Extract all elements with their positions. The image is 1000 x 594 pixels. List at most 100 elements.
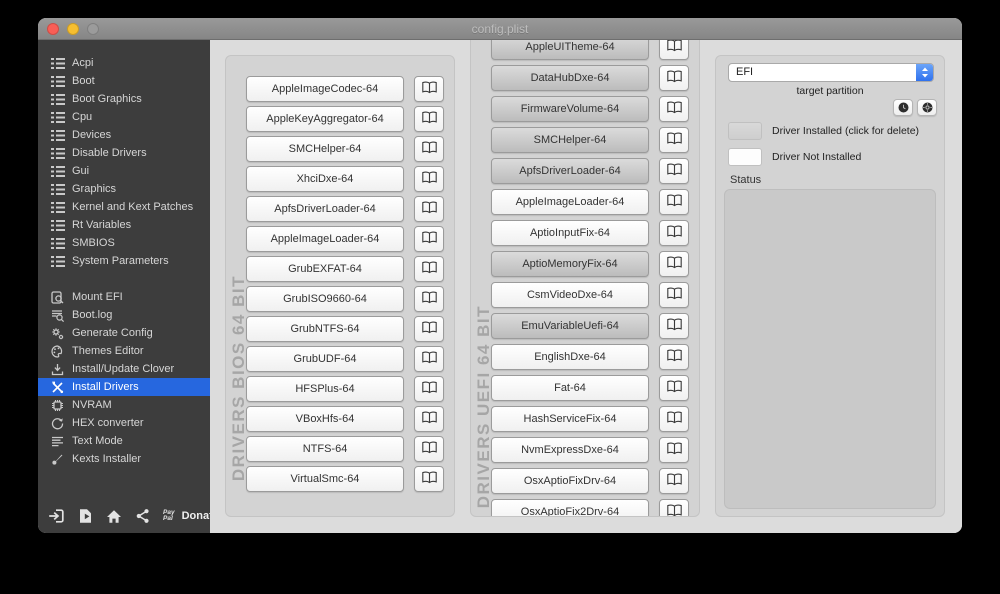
driver-button[interactable]: ApfsDriverLoader-64 (491, 158, 649, 184)
driver-doc-button[interactable] (659, 40, 689, 60)
partition-options-button[interactable] (917, 99, 937, 116)
sidebar-tool-item[interactable]: NVRAM (38, 396, 210, 414)
driver-doc-button[interactable] (414, 76, 444, 102)
share-icon[interactable] (135, 508, 150, 524)
driver-button[interactable]: Fat-64 (491, 375, 649, 401)
sidebar-tool-item[interactable]: HEX converter (38, 414, 210, 432)
driver-doc-button[interactable] (659, 313, 689, 339)
refresh-partitions-button[interactable] (893, 99, 913, 116)
driver-button[interactable]: DataHubDxe-64 (491, 65, 649, 91)
driver-doc-button[interactable] (659, 375, 689, 401)
driver-doc-button[interactable] (659, 282, 689, 308)
driver-doc-button[interactable] (414, 346, 444, 372)
driver-doc-button[interactable] (414, 136, 444, 162)
sidebar-item[interactable]: Kernel and Kext Patches (38, 198, 210, 216)
driver-button[interactable]: GrubISO9660-64 (246, 286, 404, 312)
sidebar-item[interactable]: System Parameters (38, 252, 210, 270)
sidebar-item[interactable]: Rt Variables (38, 216, 210, 234)
list-icon (50, 237, 65, 249)
driver-button[interactable]: OsxAptioFix2Drv-64 (491, 499, 649, 516)
sidebar-tool-item[interactable]: Text Mode (38, 432, 210, 450)
driver-button[interactable]: AppleImageLoader-64 (491, 189, 649, 215)
driver-doc-button[interactable] (659, 468, 689, 494)
list-icon (50, 93, 65, 105)
driver-button[interactable]: CsmVideoDxe-64 (491, 282, 649, 308)
sidebar-tool-item[interactable]: Mount EFI (38, 288, 210, 306)
driver-doc-button[interactable] (659, 65, 689, 91)
driver-button[interactable]: NTFS-64 (246, 436, 404, 462)
driver-button[interactable]: GrubUDF-64 (246, 346, 404, 372)
driver-button[interactable]: EmuVariableUefi-64 (491, 313, 649, 339)
sidebar-tool-item[interactable]: Install Drivers (38, 378, 210, 396)
target-partition-select[interactable]: EFI (728, 63, 934, 82)
driver-button[interactable]: OsxAptioFixDrv-64 (491, 468, 649, 494)
driver-doc-button[interactable] (414, 436, 444, 462)
driver-doc-button[interactable] (659, 251, 689, 277)
driver-doc-button[interactable] (659, 189, 689, 215)
export-config-button[interactable] (78, 508, 93, 524)
driver-button[interactable]: NvmExpressDxe-64 (491, 437, 649, 463)
sidebar-tool-item[interactable]: Install/Update Clover (38, 360, 210, 378)
sidebar-item[interactable]: Acpi (38, 54, 210, 72)
driver-button[interactable]: AptioMemoryFix-64 (491, 251, 649, 277)
driver-button[interactable]: AptioInputFix-64 (491, 220, 649, 246)
driver-button[interactable]: HashServiceFix-64 (491, 406, 649, 432)
driver-doc-button[interactable] (659, 406, 689, 432)
sidebar-item[interactable]: Boot (38, 72, 210, 90)
list-icon (50, 147, 65, 159)
driver-doc-button[interactable] (414, 406, 444, 432)
sidebar-item[interactable]: Graphics (38, 180, 210, 198)
bios-drivers-panel: DRIVERS BIOS 64 BIT AppleImageCodec-64 A… (225, 55, 455, 517)
sidebar-item[interactable]: Gui (38, 162, 210, 180)
driver-row: ApfsDriverLoader-64 (246, 196, 444, 222)
driver-doc-button[interactable] (659, 158, 689, 184)
driver-button[interactable]: AppleUITheme-64 (491, 40, 649, 60)
driver-button[interactable]: SMCHelper-64 (246, 136, 404, 162)
open-book-icon (421, 231, 438, 247)
driver-button[interactable]: AppleImageCodec-64 (246, 76, 404, 102)
sidebar-item[interactable]: SMBIOS (38, 234, 210, 252)
sidebar-item[interactable]: Boot Graphics (38, 90, 210, 108)
open-book-icon (666, 349, 683, 365)
driver-doc-button[interactable] (414, 256, 444, 282)
driver-button[interactable]: FirmwareVolume-64 (491, 96, 649, 122)
sidebar-tool-item[interactable]: Themes Editor (38, 342, 210, 360)
driver-button[interactable]: ApfsDriverLoader-64 (246, 196, 404, 222)
driver-button[interactable]: XhciDxe-64 (246, 166, 404, 192)
driver-doc-button[interactable] (659, 437, 689, 463)
driver-doc-button[interactable] (414, 316, 444, 342)
sidebar-tool-item[interactable]: Boot.log (38, 306, 210, 324)
open-book-icon (421, 381, 438, 397)
driver-doc-button[interactable] (414, 286, 444, 312)
driver-doc-button[interactable] (659, 499, 689, 516)
driver-button[interactable]: SMCHelper-64 (491, 127, 649, 153)
driver-doc-button[interactable] (659, 96, 689, 122)
home-button[interactable] (106, 509, 122, 524)
driver-button[interactable]: GrubEXFAT-64 (246, 256, 404, 282)
sidebar-tool-item[interactable]: Generate Config (38, 324, 210, 342)
import-config-button[interactable] (48, 508, 65, 524)
driver-button[interactable]: GrubNTFS-64 (246, 316, 404, 342)
driver-row: ApfsDriverLoader-64 (491, 158, 689, 184)
driver-button[interactable]: AppleKeyAggregator-64 (246, 106, 404, 132)
driver-doc-button[interactable] (414, 466, 444, 492)
driver-button[interactable]: EnglishDxe-64 (491, 344, 649, 370)
sidebar-item[interactable]: Devices (38, 126, 210, 144)
sidebar-item[interactable]: Disable Drivers (38, 144, 210, 162)
open-book-icon (421, 171, 438, 187)
driver-doc-button[interactable] (659, 220, 689, 246)
driver-doc-button[interactable] (659, 127, 689, 153)
driver-button[interactable]: AppleImageLoader-64 (246, 226, 404, 252)
driver-doc-button[interactable] (659, 344, 689, 370)
driver-doc-button[interactable] (414, 166, 444, 192)
driver-doc-button[interactable] (414, 106, 444, 132)
driver-doc-button[interactable] (414, 226, 444, 252)
driver-doc-button[interactable] (414, 196, 444, 222)
sidebar-item[interactable]: Cpu (38, 108, 210, 126)
driver-button[interactable]: HFSPlus-64 (246, 376, 404, 402)
sidebar-tool-item[interactable]: Kexts Installer (38, 450, 210, 468)
driver-button[interactable]: VBoxHfs-64 (246, 406, 404, 432)
driver-doc-button[interactable] (414, 376, 444, 402)
driver-button[interactable]: VirtualSmc-64 (246, 466, 404, 492)
paypal-icon[interactable]: Pay Pal (163, 509, 175, 523)
